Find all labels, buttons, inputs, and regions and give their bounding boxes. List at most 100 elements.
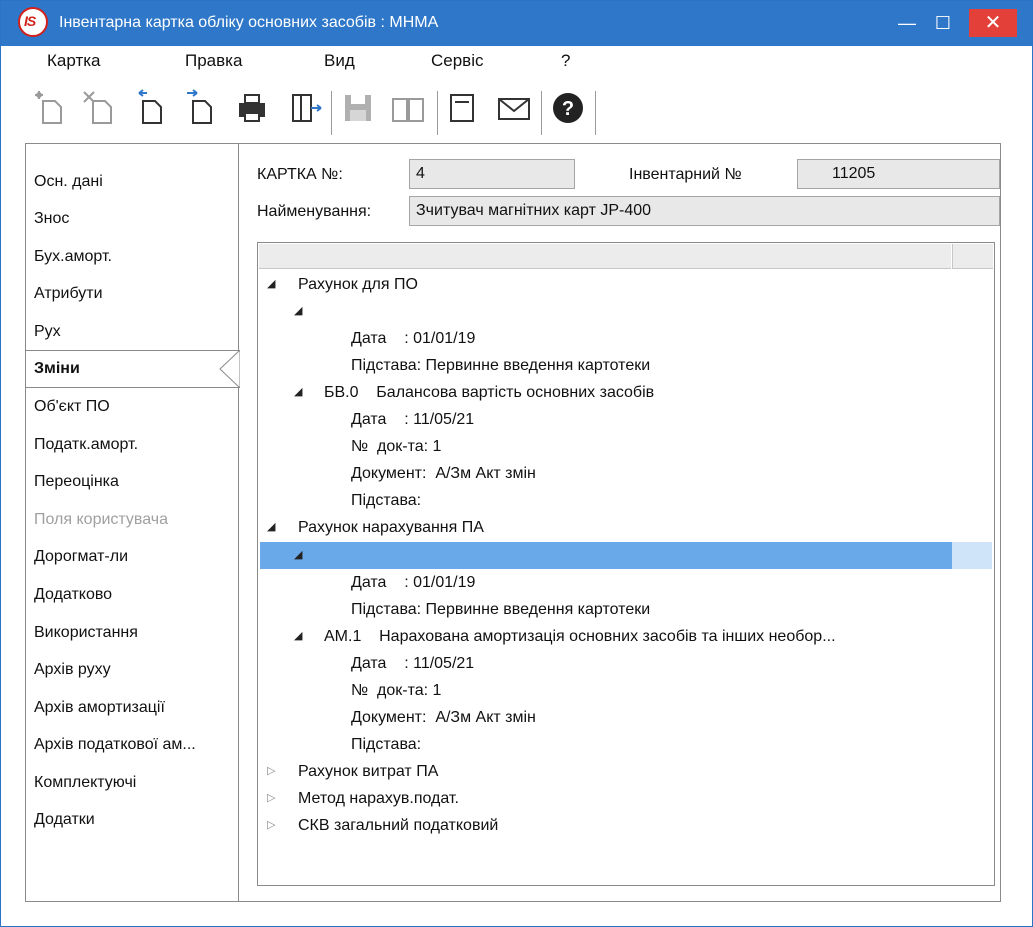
print-icon[interactable] xyxy=(233,87,271,127)
expanded-arrow-icon[interactable]: ◢ xyxy=(267,514,275,541)
expanded-arrow-icon[interactable]: ◢ xyxy=(267,271,275,298)
card-number-field[interactable]: 4 xyxy=(409,159,575,189)
title-bar[interactable]: IS Інвентарна картка обліку основних зас… xyxy=(1,1,1032,46)
tree-row[interactable]: ◢ АМ.1 Нарахована амортизація основних за… xyxy=(258,623,994,650)
tree-header-end xyxy=(952,244,993,269)
tree-row[interactable]: Документ: А/Зм Акт змін xyxy=(258,704,994,731)
expanded-arrow-icon[interactable]: ◢ xyxy=(294,298,302,325)
sidebar-item-attributes[interactable]: Атрибути xyxy=(34,285,103,303)
form-icon[interactable] xyxy=(443,87,481,127)
menu-card[interactable]: Картка xyxy=(47,51,101,71)
tree-row[interactable]: ◢ БВ.0 Балансова вартість основних засобі… xyxy=(258,379,994,406)
sidebar-item-wear[interactable]: Знос xyxy=(34,210,69,228)
import-icon[interactable] xyxy=(131,87,169,127)
expanded-arrow-icon[interactable]: ◢ xyxy=(294,379,302,406)
tree-row[interactable]: № док-та: 1 xyxy=(258,677,994,704)
tree-row[interactable]: Дата : 11/05/21 xyxy=(258,406,994,433)
tree-row-text: Дата : 01/01/19 xyxy=(351,573,476,591)
tree-row[interactable]: Дата : 01/01/19 xyxy=(258,569,994,596)
tree-row-text: Рахунок витрат ПА xyxy=(298,762,439,780)
tree-row-text: Документ: А/Зм Акт змін xyxy=(351,708,536,726)
selected-row-tail xyxy=(952,541,992,569)
sidebar-item-precious-metals[interactable]: Дорогмат-ли xyxy=(34,548,128,566)
toolbar-separator xyxy=(331,91,332,135)
changes-tree[interactable]: ◢ Рахунок для ПО ◢ Дата : 01/01/19 Підстава:… xyxy=(257,242,995,886)
minimize-button[interactable]: — xyxy=(890,9,924,37)
collapsed-arrow-icon[interactable]: ▷ xyxy=(267,758,275,785)
export-icon[interactable] xyxy=(181,87,219,127)
tree-row-text: БВ.0 Балансова вартість основних засобів xyxy=(324,384,655,402)
save-icon[interactable] xyxy=(339,87,377,127)
tree-row-text: Метод нарахув.подат. xyxy=(298,789,459,807)
sidebar-item-additional[interactable]: Додатково xyxy=(34,586,112,604)
sidebar-item-amort-archive[interactable]: Архів амортизації xyxy=(34,699,165,717)
tree-row[interactable]: ▷ Метод нарахув.подат. xyxy=(258,785,994,812)
window-title: Інвентарна картка обліку основних засобі… xyxy=(59,14,439,31)
tree-row-text: Дата : 11/05/21 xyxy=(351,654,475,672)
tree-row[interactable]: ◢ Рахунок нарахування ПА xyxy=(258,514,994,541)
maximize-button[interactable]: ☐ xyxy=(926,9,960,37)
tree-row[interactable]: ◢ Рахунок для ПО xyxy=(258,271,994,298)
inventory-number-field[interactable]: 11205 xyxy=(797,159,1000,189)
tree-row-text: Підстава: Первинне введення картотеки xyxy=(351,600,651,618)
mail-icon[interactable] xyxy=(495,87,533,127)
new-icon[interactable] xyxy=(29,87,67,127)
tree-row-text: № док-та: 1 xyxy=(351,438,442,456)
toolbar-separator xyxy=(541,91,542,135)
tree-row-text: Дата : 11/05/21 xyxy=(351,411,475,429)
book-icon[interactable] xyxy=(389,87,427,127)
tree-row[interactable]: № док-та: 1 xyxy=(258,433,994,460)
name-label: Найменування: xyxy=(257,203,372,220)
tree-row-text: СКВ загальний податковий xyxy=(298,817,499,834)
tree-row[interactable]: Дата : 11/05/21 xyxy=(258,650,994,677)
tree-row[interactable]: Підстава: xyxy=(258,731,994,758)
tree-row[interactable]: Дата : 01/01/19 xyxy=(258,325,994,352)
main-window: IS Інвентарна картка обліку основних зас… xyxy=(0,0,1033,927)
tree-row-text: Рахунок для ПО xyxy=(298,276,418,293)
menu-edit[interactable]: Правка xyxy=(185,51,242,71)
help-icon[interactable]: ? xyxy=(549,87,587,127)
expanded-arrow-icon[interactable]: ◢ xyxy=(294,542,302,569)
expanded-arrow-icon[interactable]: ◢ xyxy=(294,623,302,650)
menu-service[interactable]: Сервіс xyxy=(431,51,484,71)
delete-icon[interactable] xyxy=(79,87,117,127)
tree-row-text: Рахунок нарахування ПА xyxy=(298,519,484,537)
sidebar-item-main-data[interactable]: Осн. дані xyxy=(34,173,103,191)
tree-row[interactable]: ◢ xyxy=(260,541,952,569)
sidebar-item-accounting-amort[interactable]: Бух.аморт. xyxy=(34,248,112,266)
tree-row[interactable]: Підстава: Первинне введення картотеки xyxy=(258,596,994,623)
tree-row-text: Підстава: Первинне введення картотеки xyxy=(351,357,651,375)
exit-icon[interactable] xyxy=(287,87,325,127)
tree-row[interactable]: Підстава: Первинне введення картотеки xyxy=(258,352,994,379)
sidebar-item-attachments[interactable]: Додатки xyxy=(34,811,95,829)
tree-row[interactable]: Підстава: xyxy=(258,487,994,514)
sidebar-item-tax-amort[interactable]: Податк.аморт. xyxy=(34,436,138,454)
tree-row-text: № док-та: 1 xyxy=(351,681,442,699)
sidebar-item-usage[interactable]: Використання xyxy=(34,624,138,642)
tree-header xyxy=(259,244,951,269)
tree-row-text: Підстава: xyxy=(351,492,422,510)
sidebar-item-movement-archive[interactable]: Архів руху xyxy=(34,661,111,679)
inventory-number-label: Інвентарний № xyxy=(629,166,742,183)
sidebar-item-revaluation[interactable]: Переоцінка xyxy=(34,473,119,491)
sidebar: Осн. дані Знос Бух.аморт. Атрибути Рух З… xyxy=(26,144,242,901)
name-field[interactable]: Зчитувач магнітних карт JP-400 xyxy=(409,196,1000,226)
menu-help[interactable]: ? xyxy=(561,51,570,71)
sidebar-item-tax-amort-archive[interactable]: Архів податкової ам... xyxy=(34,736,196,754)
sidebar-item-changes[interactable]: Зміни xyxy=(34,360,80,378)
toolbar-separator xyxy=(595,91,596,135)
collapsed-arrow-icon[interactable]: ▷ xyxy=(267,785,275,812)
tree-row[interactable]: ◢ xyxy=(258,298,994,325)
collapsed-arrow-icon[interactable]: ▷ xyxy=(267,812,275,839)
content-area: КАРТКА №: 4 Інвентарний № 11205 Найменув… xyxy=(240,144,1000,901)
sidebar-item-components[interactable]: Комплектуючі xyxy=(34,774,136,792)
tree-row[interactable]: Документ: А/Зм Акт змін xyxy=(258,460,994,487)
toolbar-separator xyxy=(437,91,438,135)
sidebar-item-user-fields: Поля користувача xyxy=(34,511,169,528)
sidebar-item-movement[interactable]: Рух xyxy=(34,323,61,341)
tree-row[interactable]: ▷ СКВ загальний податковий xyxy=(258,812,994,839)
sidebar-item-tax-object[interactable]: Об'єкт ПО xyxy=(34,398,110,416)
tree-row[interactable]: ▷ Рахунок витрат ПА xyxy=(258,758,994,785)
menu-view[interactable]: Вид xyxy=(324,51,355,71)
close-button[interactable]: ✕ xyxy=(969,9,1017,37)
